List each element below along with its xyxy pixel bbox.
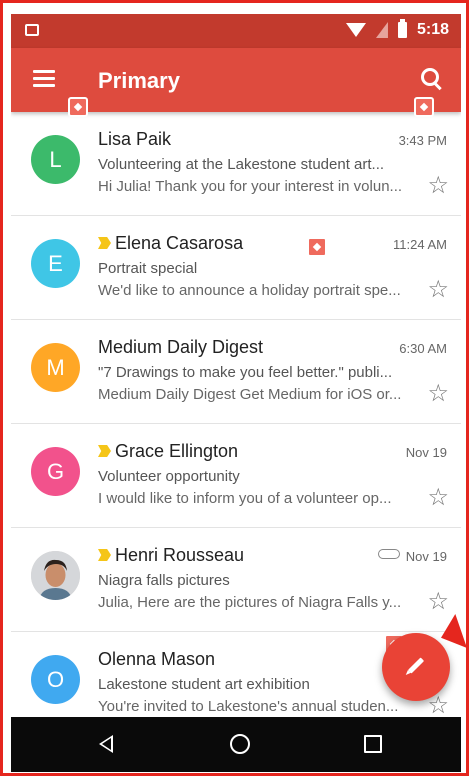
important-marker-icon[interactable] xyxy=(98,445,111,457)
android-nav-bar xyxy=(11,717,461,772)
email-time: Nov 19 xyxy=(405,549,447,564)
email-row-henri-rousseau[interactable]: Henri Rousseau Nov 19 Niagra falls pictu… xyxy=(11,528,461,632)
sender-name: Olenna Mason xyxy=(98,649,216,669)
email-row-elena-casarosa[interactable]: E Elena Casarosa 11:24 AM Portrait speci… xyxy=(11,216,461,320)
signal-icon xyxy=(375,22,388,38)
email-time: 6:30 AM xyxy=(399,341,447,356)
recent-apps-icon[interactable] xyxy=(364,735,382,753)
star-outline-icon[interactable]: ☆ xyxy=(427,590,449,614)
email-row-lisa-paik[interactable]: L Lisa Paik 3:43 PM Volunteering at the … xyxy=(11,112,461,216)
email-subject: Portrait special xyxy=(98,260,198,277)
star-outline-icon[interactable]: ☆ xyxy=(427,174,449,198)
email-snippet: Julia, Here are the pictures of Niagra F… xyxy=(98,594,402,611)
email-subject: Lakestone student art exhibition xyxy=(98,676,310,693)
sender-name: Lisa Paik xyxy=(98,129,172,149)
gmail-app: 5:18 Primary L Lisa Paik 3:43 PM Volunte… xyxy=(11,14,461,772)
paperclip-icon xyxy=(377,549,400,559)
email-snippet: We'd like to announce a holiday portrait… xyxy=(98,282,401,299)
status-bar: 5:18 xyxy=(11,14,461,48)
avatar: L xyxy=(31,135,80,184)
tap-marker-icon xyxy=(307,237,327,257)
important-marker-icon[interactable] xyxy=(98,549,111,561)
wifi-icon xyxy=(345,23,366,37)
avatar: E xyxy=(31,239,80,288)
page-title: Primary xyxy=(98,68,180,93)
sender-name: Elena Casarosa xyxy=(115,233,244,253)
person-photo-icon xyxy=(31,551,80,600)
email-time: 11:24 AM xyxy=(393,237,447,252)
notification-image-icon xyxy=(25,24,39,36)
email-snippet: I would like to inform you of a voluntee… xyxy=(98,490,392,507)
sender-name: Henri Rousseau xyxy=(115,545,245,565)
avatar: M xyxy=(31,343,80,392)
sender-line: Grace Ellington xyxy=(98,441,238,462)
email-subject: Volunteering at the Lakestone student ar… xyxy=(98,156,385,173)
sender-line: Elena Casarosa xyxy=(98,233,243,254)
battery-icon xyxy=(397,19,407,38)
avatar-photo xyxy=(31,551,80,600)
email-row-medium-daily-digest[interactable]: M Medium Daily Digest 6:30 AM "7 Drawing… xyxy=(11,320,461,424)
star-outline-icon[interactable]: ☆ xyxy=(427,278,449,302)
email-subject: Volunteer opportunity xyxy=(98,468,240,485)
compose-button[interactable] xyxy=(382,633,450,701)
back-icon[interactable] xyxy=(99,735,113,753)
email-snippet: Medium Daily Digest Get Medium for iOS o… xyxy=(98,386,402,403)
search-icon[interactable] xyxy=(421,68,443,91)
tap-marker-icon xyxy=(68,97,88,117)
email-subject: "7 Drawings to make you feel better." pu… xyxy=(98,364,393,381)
important-marker-icon[interactable] xyxy=(98,237,111,249)
avatar: O xyxy=(31,655,80,704)
email-snippet: You're invited to Lakestone's annual stu… xyxy=(98,698,399,715)
tap-marker-icon xyxy=(414,97,434,117)
home-icon[interactable] xyxy=(230,734,250,754)
pencil-icon xyxy=(407,657,425,674)
sender-name: Medium Daily Digest xyxy=(98,337,264,357)
status-time: 5:18 xyxy=(416,21,449,38)
star-outline-icon[interactable]: ☆ xyxy=(427,382,449,406)
menu-icon[interactable] xyxy=(33,70,55,87)
email-time: Nov 19 xyxy=(405,445,447,460)
email-time: 3:43 PM xyxy=(398,133,447,148)
sender-line: Henri Rousseau xyxy=(98,545,244,566)
email-time-wrap: Nov 19 xyxy=(377,549,447,564)
avatar: G xyxy=(31,447,80,496)
email-snippet: Hi Julia! Thank you for your interest in… xyxy=(98,178,403,195)
star-outline-icon[interactable]: ☆ xyxy=(427,486,449,510)
email-row-grace-ellington[interactable]: G Grace Ellington Nov 19 Volunteer oppor… xyxy=(11,424,461,528)
email-subject: Niagra falls pictures xyxy=(98,572,230,589)
sender-name: Grace Ellington xyxy=(115,441,239,461)
